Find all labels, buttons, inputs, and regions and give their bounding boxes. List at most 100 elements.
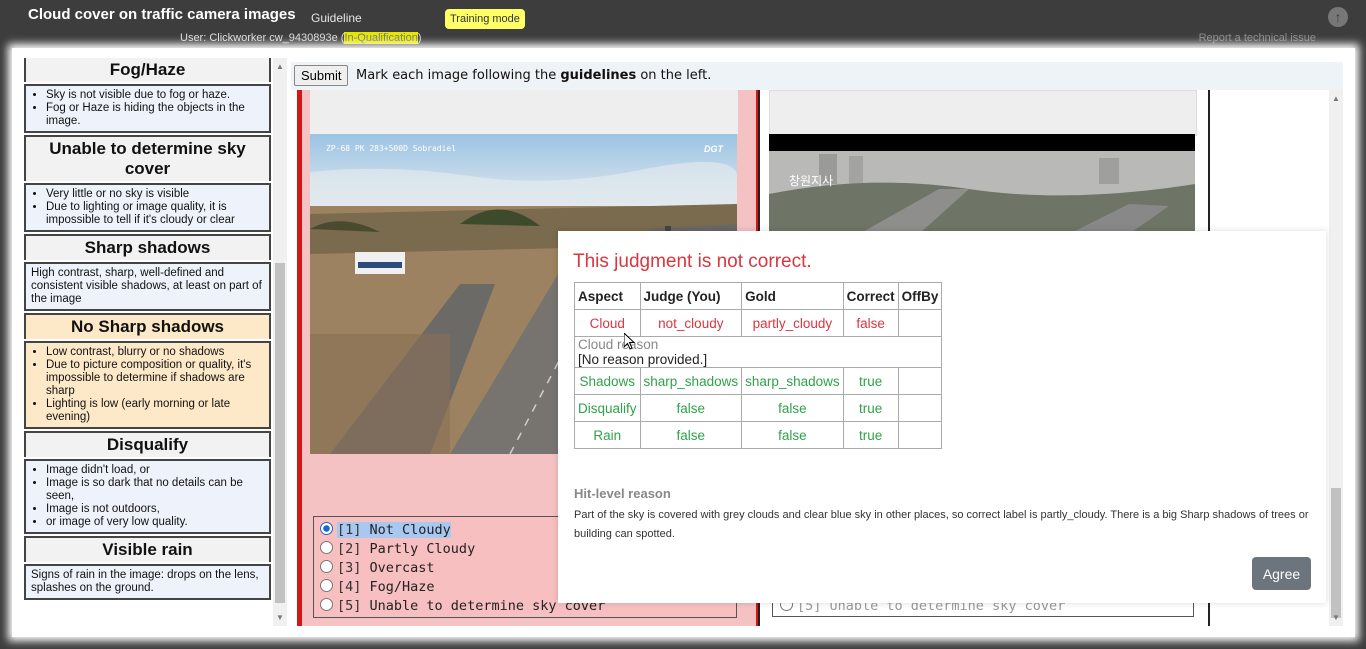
guide-body-visible-rain: Signs of rain in the image: drops on the… <box>24 564 271 600</box>
option-number: [3] <box>337 560 362 576</box>
instruction-suffix: on the left. <box>636 68 712 83</box>
table-header-row: Aspect Judge (You) Gold Correct OffBy <box>574 282 943 310</box>
table-row: Disqualify false false true <box>574 394 943 422</box>
guide-item: Due to lighting or image quality, it is … <box>46 201 264 227</box>
radio-icon[interactable] <box>320 540 333 554</box>
cell-correct: true <box>842 367 899 395</box>
cell-judge: sharp_shadows <box>639 367 743 395</box>
cell-aspect: Shadows <box>574 367 641 395</box>
cell-offby <box>897 367 943 395</box>
option-number: [1] <box>337 522 362 538</box>
cell-correct: true <box>842 394 899 422</box>
guide-body-no-sharp-shadows: Low contrast, blurry or no shadows Due t… <box>24 341 271 429</box>
submit-button[interactable]: Submit <box>294 65 349 86</box>
scroll-down-arrow-icon[interactable]: ▼ <box>273 613 287 622</box>
guide-title-fog-haze: Fog/Haze <box>24 58 271 82</box>
cell-offby <box>897 309 943 337</box>
cell-gold: false <box>741 421 844 449</box>
cell-judge: false <box>639 394 743 422</box>
guide-item: or image of very low quality. <box>46 516 264 529</box>
option-overcast[interactable]: [3] Overcast <box>320 559 435 576</box>
guide-title-unable: Unable to determine sky cover <box>24 135 271 181</box>
toolbar: Submit Mark each image following the gui… <box>291 62 1343 90</box>
scroll-up-arrow-icon[interactable]: ▲ <box>1329 94 1343 103</box>
cell-gold: partly_cloudy <box>741 309 844 337</box>
modal-title: This judgment is not correct. <box>573 251 812 272</box>
cloud-reason-text: [No reason provided.] <box>578 352 708 367</box>
instruction-guidelines: guidelines <box>560 68 637 83</box>
guide-item: Fog or Haze is hiding the objects in the… <box>46 102 264 128</box>
guideline-scrollbar[interactable]: ▲ ▼ <box>273 58 287 626</box>
user-prefix: User: Clickworker cw_9430893e ( <box>180 32 345 44</box>
guideline-panel: Fog/Haze Sky is not visible due to fog o… <box>24 58 271 626</box>
training-mode-badge: Training mode <box>445 9 525 29</box>
results-table: Aspect Judge (You) Gold Correct OffBy Cl… <box>573 282 943 449</box>
option-number: [2] <box>337 541 362 557</box>
main-scrollbar[interactable]: ▲ ▼ <box>1329 90 1343 626</box>
guide-title-sharp-shadows: Sharp shadows <box>24 234 271 260</box>
instruction-prefix: Mark each image following the <box>356 68 561 83</box>
option-label: Not Cloudy <box>369 522 451 538</box>
column-header: Judge (You) <box>639 282 743 310</box>
option-not-cloudy[interactable]: [1] Not Cloudy <box>320 521 451 538</box>
report-issue-link[interactable]: Report a technical issue <box>1199 32 1316 44</box>
option-label: Fog/Haze <box>369 579 435 595</box>
cell-aspect: Rain <box>574 421 641 449</box>
column-header: OffBy <box>897 282 943 310</box>
column-header: Aspect <box>574 282 641 310</box>
camera-overlay-text: 창원지사 <box>789 174 834 188</box>
guide-item: Image is so dark that no details can be … <box>46 477 264 503</box>
guide-item: Due to picture composition or quality, i… <box>46 359 264 398</box>
traffic-camera-image: 창원지사 <box>769 134 1195 234</box>
app-title: Cloud cover on traffic camera images <box>28 6 296 23</box>
option-partly-cloudy[interactable]: [2] Partly Cloudy <box>320 540 476 557</box>
guide-item: Image didn't load, or <box>46 464 264 477</box>
table-row: Rain false false true <box>574 421 943 449</box>
guide-item: Image is not outdoors, <box>46 503 264 516</box>
top-bar: Cloud cover on traffic camera images Gui… <box>0 0 1366 48</box>
qualification-status: In-Qualification <box>344 32 418 44</box>
radio-icon[interactable] <box>320 521 333 535</box>
cell-correct: false <box>842 309 899 337</box>
table-row: Shadows sharp_shadows sharp_shadows true <box>574 367 943 395</box>
option-fog-haze[interactable]: [4] Fog/Haze <box>320 578 435 595</box>
radio-icon[interactable] <box>320 559 333 573</box>
guide-title-disqualify: Disqualify <box>24 431 271 457</box>
guideline-link[interactable]: Guideline <box>311 11 362 25</box>
scroll-down-arrow-icon[interactable]: ▼ <box>1329 613 1343 622</box>
column-header: Gold <box>741 282 844 310</box>
option-label: Partly Cloudy <box>369 541 476 557</box>
cell-correct: true <box>842 421 899 449</box>
scroll-thumb[interactable] <box>275 263 285 603</box>
cell-judge: not_cloudy <box>639 309 743 337</box>
guide-item: Sky is not visible due to fog or haze. <box>46 89 264 102</box>
column-header: Correct <box>842 282 899 310</box>
card-header-area <box>310 90 738 134</box>
radio-icon[interactable] <box>320 578 333 592</box>
scroll-top-icon[interactable]: ↑ <box>1328 7 1348 27</box>
guide-title-visible-rain: Visible rain <box>24 536 271 562</box>
user-suffix: ) <box>417 32 422 44</box>
radio-icon[interactable] <box>320 597 333 611</box>
guide-item: Low contrast, blurry or no shadows <box>46 346 264 359</box>
instruction-text: Mark each image following the guidelines… <box>356 68 711 83</box>
guide-item: Lighting is low (early morning or late e… <box>46 398 264 424</box>
guide-body-disqualify: Image didn't load, or Image is so dark t… <box>24 459 271 534</box>
scroll-up-arrow-icon[interactable]: ▲ <box>273 62 287 71</box>
feedback-modal: This judgment is not correct. Aspect Jud… <box>558 231 1326 603</box>
option-label: Overcast <box>369 560 435 576</box>
scroll-thumb[interactable] <box>1331 488 1341 618</box>
hit-reason-label: Hit-level reason <box>574 486 671 501</box>
option-number: [5] <box>337 598 362 614</box>
agree-button[interactable]: Agree <box>1252 557 1311 590</box>
user-info: User: Clickworker cw_9430893e (In-Qualif… <box>180 32 422 44</box>
card-header-area <box>769 90 1197 136</box>
guide-item: Very little or no sky is visible <box>46 188 264 201</box>
cell-aspect: Disqualify <box>574 394 641 422</box>
option-number: [4] <box>337 579 362 595</box>
cell-offby <box>897 394 943 422</box>
guide-body-fog-haze: Sky is not visible due to fog or haze. F… <box>24 84 271 133</box>
hit-reason-text: Part of the sky is covered with grey clo… <box>574 509 1309 540</box>
cell-judge: false <box>639 421 743 449</box>
cell-gold: false <box>741 394 844 422</box>
